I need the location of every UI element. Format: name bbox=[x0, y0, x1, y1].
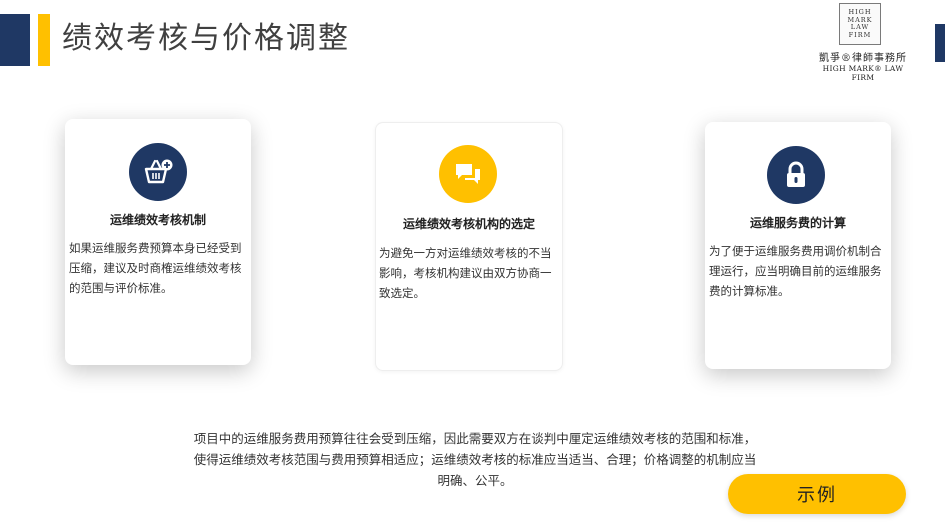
lock-icon bbox=[767, 146, 825, 204]
card-assessor-selection: 运维绩效考核机构的选定 为避免一方对运维绩效考核的不当影响，考核机构建议由双方协… bbox=[375, 122, 563, 371]
chat-bubbles-icon bbox=[439, 145, 497, 203]
card-title: 运维绩效考核机构的选定 bbox=[402, 217, 535, 231]
logo-name-en: HIGH MARK® LAW FIRM bbox=[822, 64, 904, 82]
card-text: 为了便于运维服务费用调价机制合理运行，应当明确目前的运维服务费的计算标准。 bbox=[709, 244, 882, 298]
firm-logo: HIGH MARK LAW FIRM 凱爭®律師事務所 HIGH MARK® L… bbox=[812, 3, 914, 82]
card-fee-calculation: 运维服务费的计算 为了便于运维服务费用调价机制合理运行，应当明确目前的运维服务费… bbox=[705, 122, 891, 369]
card-performance-mechanism: 运维绩效考核机制 如果运维服务费预算本身已经受到压缩，建议及时商榷运维绩效考核的… bbox=[65, 119, 251, 365]
page-title: 绩效考核与价格调整 bbox=[62, 21, 350, 56]
summary-text: 项目中的运维服务费用预算往往会受到压缩，因此需要双方在谈判中厘定运维绩效考核的范… bbox=[193, 431, 757, 488]
left-yellow-bar bbox=[38, 14, 50, 66]
basket-add-icon bbox=[129, 143, 187, 201]
logo-mark: HIGH MARK LAW FIRM bbox=[839, 3, 881, 45]
left-navy-bar bbox=[0, 14, 30, 66]
card-text: 如果运维服务费预算本身已经受到压缩，建议及时商榷运维绩效考核的范围与评价标准。 bbox=[69, 241, 242, 295]
card-title: 运维服务费的计算 bbox=[749, 216, 846, 230]
logo-name-cn: 凱爭®律師事務所 bbox=[819, 53, 907, 64]
right-navy-bar bbox=[935, 24, 945, 62]
logo-mark-line: FIRM bbox=[848, 30, 872, 39]
card-text: 为避免一方对运维绩效考核的不当影响，考核机构建议由双方协商一致选定。 bbox=[379, 246, 552, 300]
example-button[interactable]: 示例 bbox=[728, 474, 906, 514]
card-title: 运维绩效考核机制 bbox=[109, 213, 206, 227]
